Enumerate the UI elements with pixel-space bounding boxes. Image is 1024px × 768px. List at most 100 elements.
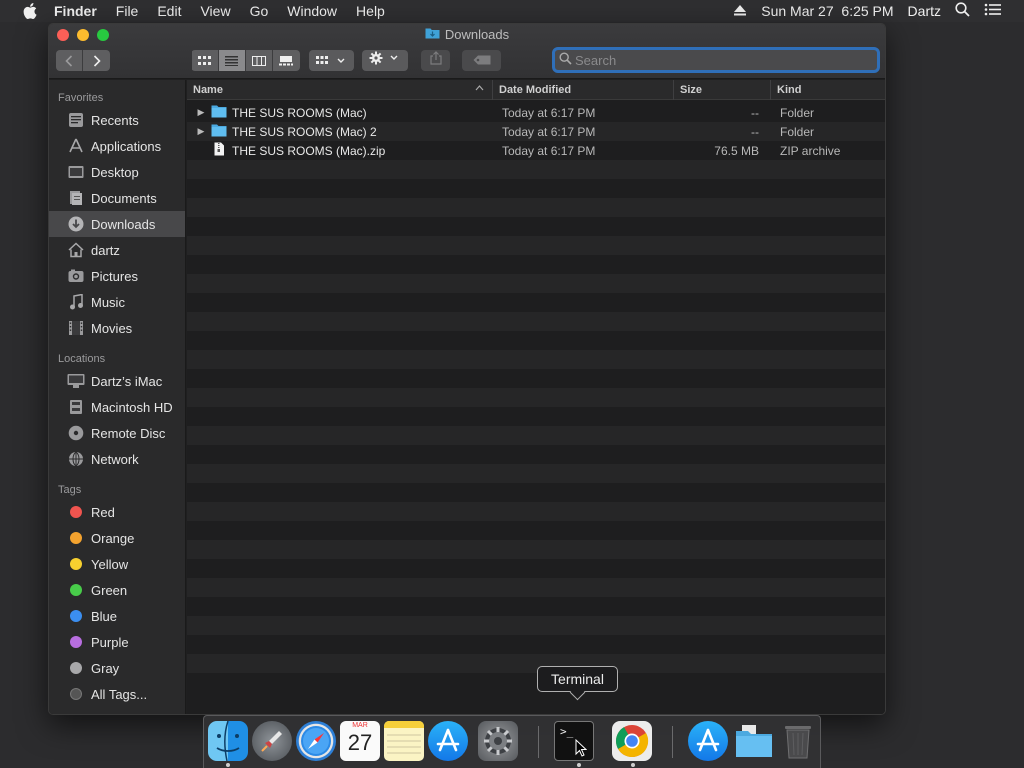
empty-row xyxy=(187,255,885,274)
trash-icon[interactable] xyxy=(778,721,818,761)
column-header-kind[interactable]: Kind xyxy=(771,80,885,100)
disclosure-triangle-icon[interactable]: ▶ xyxy=(193,126,209,137)
disclosure-triangle-icon[interactable]: ▶ xyxy=(193,107,209,118)
sidebar-item-applications[interactable]: Applications xyxy=(49,133,185,159)
table-row[interactable]: ▶ THE SUS ROOMS (Mac) 2 Today at 6:17 PM… xyxy=(187,122,885,141)
folder-icon xyxy=(209,123,232,140)
sidebar-all-tags[interactable]: All Tags... xyxy=(49,681,185,707)
search-field[interactable] xyxy=(552,47,880,73)
menu-clock[interactable]: Sun Mar 27 6:25 PM xyxy=(761,3,893,19)
sidebar-item-macintosh-hd[interactable]: Macintosh HD xyxy=(49,394,185,420)
empty-row xyxy=(187,464,885,483)
notes-icon[interactable] xyxy=(384,721,424,761)
sidebar-item-downloads[interactable]: Downloads xyxy=(49,211,185,237)
empty-row xyxy=(187,502,885,521)
terminal-icon[interactable]: >_ xyxy=(554,721,594,761)
sidebar-item-desktop[interactable]: Desktop xyxy=(49,159,185,185)
share-icon xyxy=(429,51,442,70)
apple-menu-icon[interactable] xyxy=(20,0,40,22)
back-button[interactable] xyxy=(56,50,83,71)
file-name: THE SUS ROOMS (Mac) xyxy=(232,105,367,120)
search-input[interactable] xyxy=(575,52,815,68)
icon-view-button[interactable] xyxy=(191,50,219,71)
sidebar-item-label: dartz xyxy=(91,242,120,258)
sidebar-item-documents[interactable]: Documents xyxy=(49,185,185,211)
sidebar-item-label: Macintosh HD xyxy=(91,399,173,415)
launchpad-icon[interactable] xyxy=(252,721,292,761)
empty-row xyxy=(187,483,885,502)
column-view-button[interactable] xyxy=(245,50,273,71)
sidebar-tag-blue[interactable]: Blue xyxy=(49,603,185,629)
dock-separator xyxy=(672,726,673,758)
sidebar-item-movies[interactable]: Movies xyxy=(49,315,185,341)
search-icon xyxy=(559,52,572,68)
sidebar-tag-green[interactable]: Green xyxy=(49,577,185,603)
red-tag-dot-icon xyxy=(70,506,82,518)
column-header-date[interactable]: Date Modified xyxy=(493,80,674,100)
share-button[interactable] xyxy=(421,50,450,71)
sidebar-item-label: Purple xyxy=(91,634,129,650)
empty-row xyxy=(187,179,885,198)
sidebar-item-label: Green xyxy=(91,582,128,598)
window-title: Downloads xyxy=(49,27,885,42)
menu-user[interactable]: Dartz xyxy=(908,3,941,19)
sidebar-item-home[interactable]: dartz xyxy=(49,237,185,263)
gallery-view-button[interactable] xyxy=(272,50,300,71)
sidebar-item-network[interactable]: Network xyxy=(49,446,185,472)
sidebar-tag-yellow[interactable]: Yellow xyxy=(49,551,185,577)
downloads-stack-icon[interactable] xyxy=(734,721,774,761)
sidebar-item-label: Network xyxy=(91,451,139,467)
sidebar-item-recents[interactable]: Recents xyxy=(49,107,185,133)
locations-header: Locations xyxy=(58,353,106,365)
disc-icon xyxy=(67,424,85,442)
forward-button[interactable] xyxy=(83,50,110,71)
file-date: Today at 6:17 PM xyxy=(502,124,596,139)
menu-help[interactable]: Help xyxy=(356,3,385,19)
sidebar-item-label: Red xyxy=(91,504,115,520)
sidebar-tag-orange[interactable]: Orange xyxy=(49,525,185,551)
table-row[interactable]: ▶ THE SUS ROOMS (Mac) Today at 6:17 PM -… xyxy=(187,103,885,122)
chrome-icon[interactable] xyxy=(612,721,652,761)
applications-icon xyxy=(67,137,85,155)
menu-file[interactable]: File xyxy=(116,3,139,19)
system-preferences-icon[interactable] xyxy=(478,721,518,761)
finder-icon[interactable] xyxy=(208,721,248,761)
menu-go[interactable]: Go xyxy=(250,3,269,19)
sidebar-item-imac[interactable]: Dartz’s iMac xyxy=(49,368,185,394)
group-by-button[interactable] xyxy=(309,50,354,71)
notification-center-icon[interactable] xyxy=(984,3,1002,19)
column-header-size[interactable]: Size xyxy=(674,80,771,100)
empty-row xyxy=(187,407,885,426)
view-mode-control xyxy=(191,50,300,71)
empty-row xyxy=(187,312,885,331)
spotlight-search-icon[interactable] xyxy=(955,2,970,20)
column-header-name[interactable]: Name xyxy=(187,80,493,100)
eject-icon[interactable] xyxy=(733,3,747,19)
safari-icon[interactable] xyxy=(296,721,336,761)
calendar-icon[interactable]: MAR 27 xyxy=(340,721,380,761)
sidebar-tag-red[interactable]: Red xyxy=(49,499,185,525)
edit-tags-button[interactable] xyxy=(462,50,501,71)
menu-edit[interactable]: Edit xyxy=(157,3,181,19)
sidebar-tag-gray[interactable]: Gray xyxy=(49,655,185,681)
sidebar-item-music[interactable]: Music xyxy=(49,289,185,315)
menu-view[interactable]: View xyxy=(200,3,230,19)
movies-icon xyxy=(67,319,85,337)
menu-window[interactable]: Window xyxy=(287,3,337,19)
menu-finder[interactable]: Finder xyxy=(54,3,97,19)
sidebar-item-label: Dartz’s iMac xyxy=(91,373,163,389)
action-menu-button[interactable] xyxy=(362,50,408,71)
app-store-download-icon[interactable] xyxy=(688,721,728,761)
finder-window: Downloads Search Favorites Recents Appli… xyxy=(48,23,886,715)
file-date: Today at 6:17 PM xyxy=(502,105,596,120)
sidebar-tag-purple[interactable]: Purple xyxy=(49,629,185,655)
dock-tooltip: Terminal xyxy=(537,666,618,692)
app-store-icon[interactable] xyxy=(428,721,468,761)
sidebar-item-remote-disc[interactable]: Remote Disc xyxy=(49,420,185,446)
list-view-button[interactable] xyxy=(218,50,246,71)
empty-row xyxy=(187,350,885,369)
table-row[interactable]: THE SUS ROOMS (Mac).zip Today at 6:17 PM… xyxy=(187,141,885,160)
empty-row xyxy=(187,388,885,407)
sidebar-item-pictures[interactable]: Pictures xyxy=(49,263,185,289)
file-kind: ZIP archive xyxy=(780,143,841,158)
